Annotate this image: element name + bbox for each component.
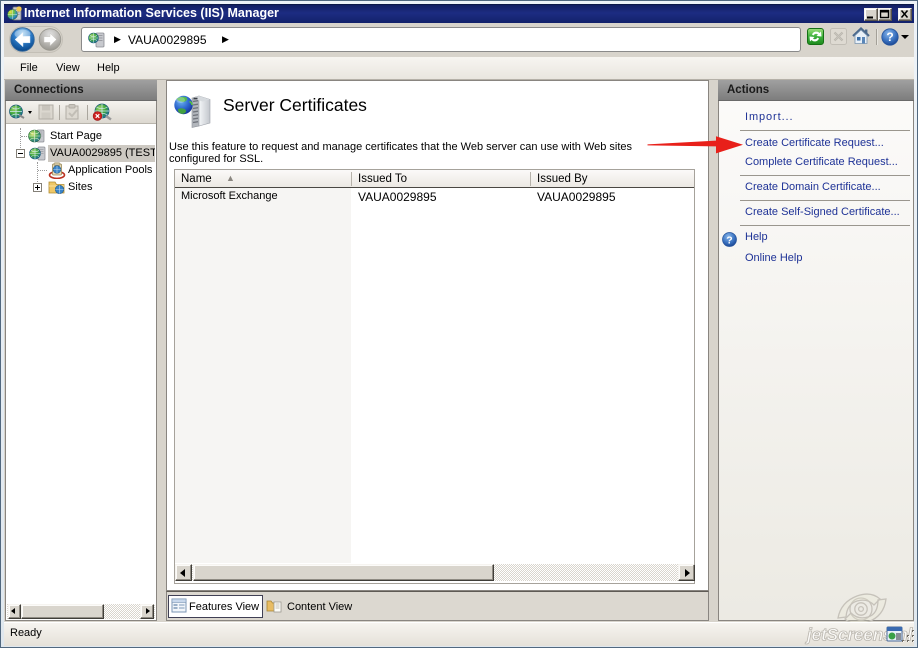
- svg-text:?: ?: [886, 30, 893, 44]
- svg-text:?: ?: [726, 234, 732, 246]
